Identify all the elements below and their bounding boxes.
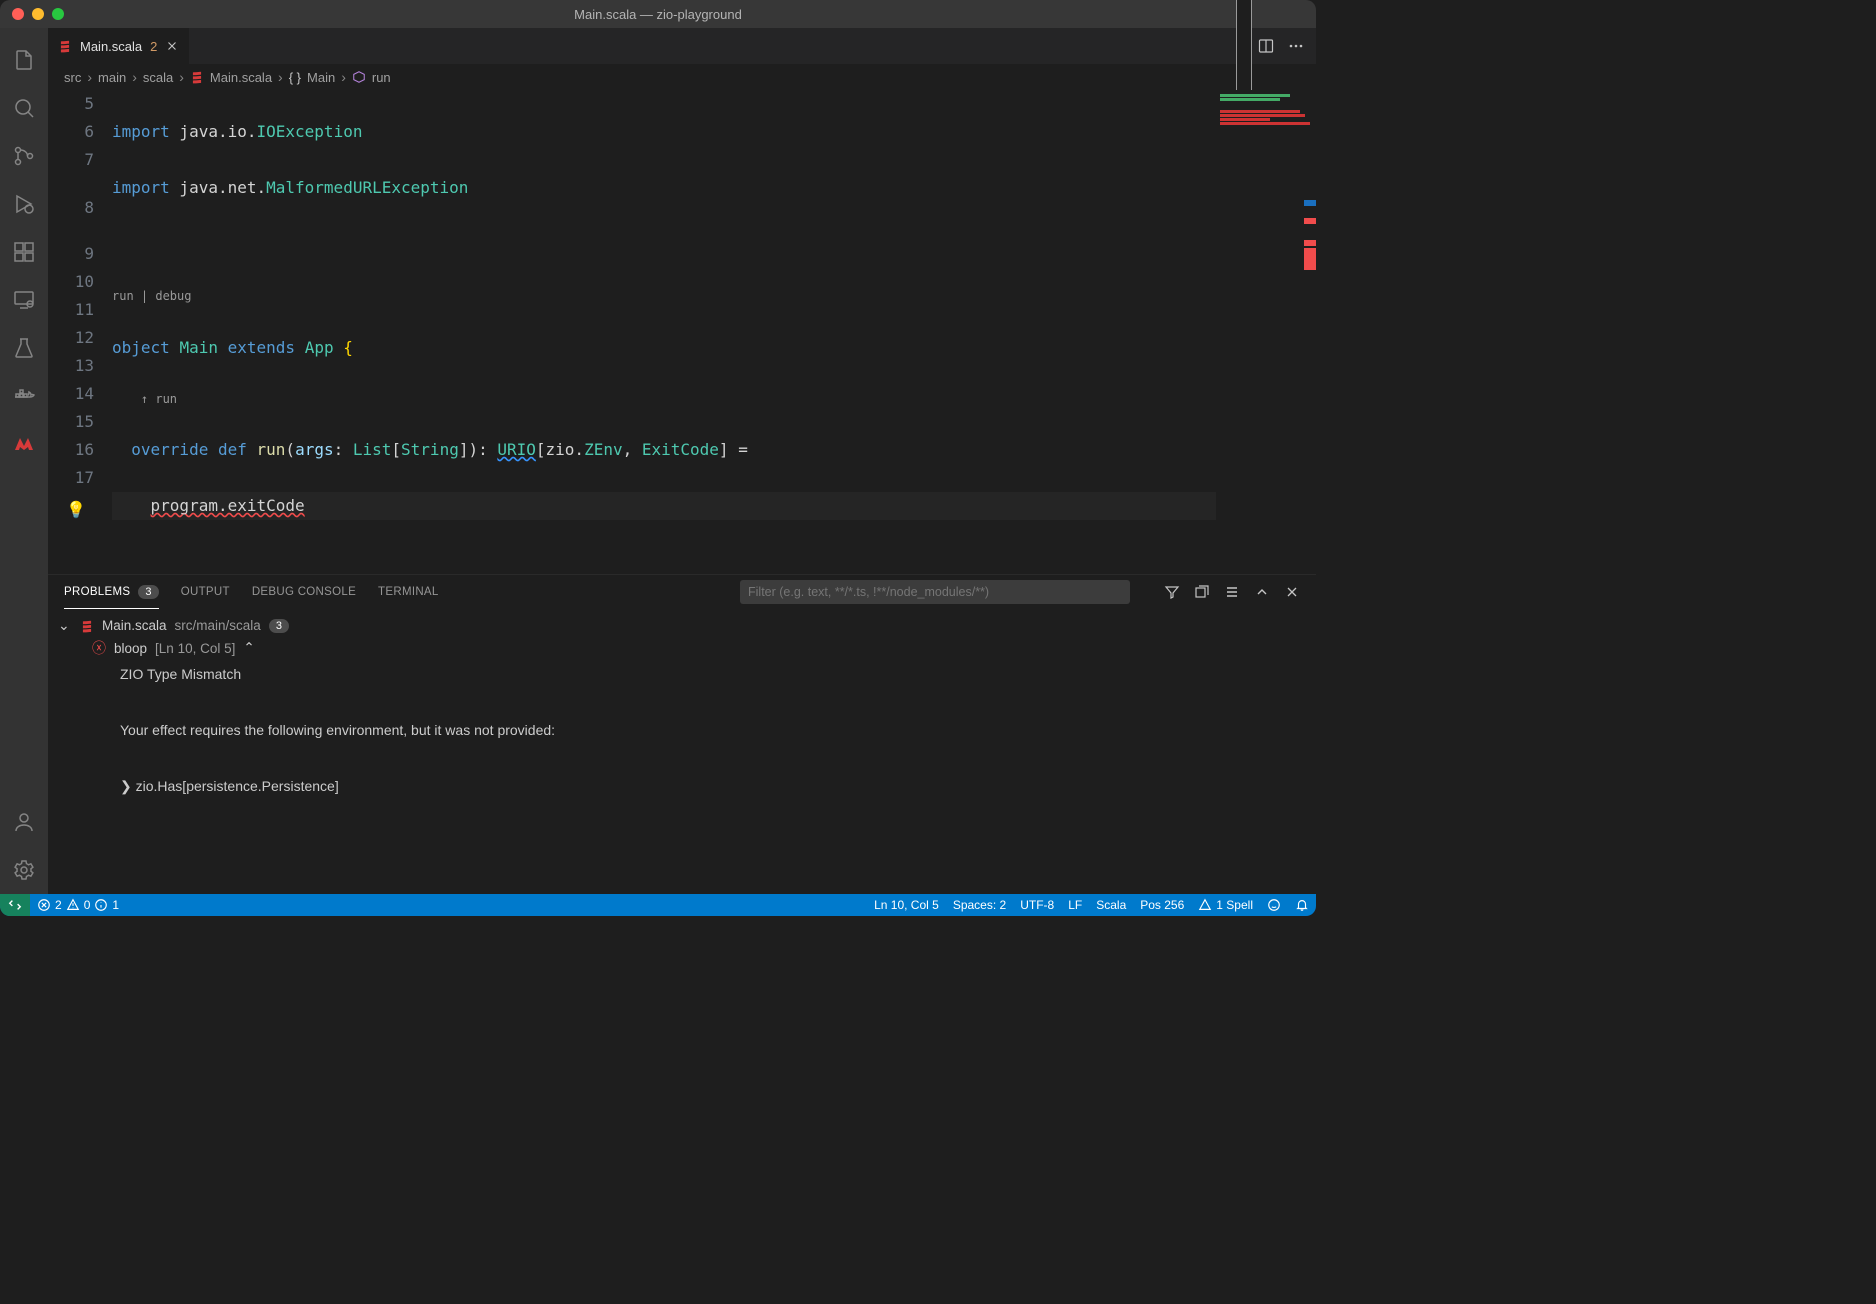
problems-filter[interactable] bbox=[740, 580, 1130, 604]
status-language[interactable]: Scala bbox=[1089, 894, 1133, 916]
method-icon bbox=[352, 70, 366, 84]
bottom-panel: PROBLEMS 3 OUTPUT DEBUG CONSOLE TERMINAL bbox=[48, 574, 1316, 894]
collapse-all-icon[interactable] bbox=[1194, 584, 1210, 600]
breadcrumb-segment[interactable]: src bbox=[64, 70, 81, 85]
code-editor[interactable]: 567 8 91011121314151617 import java.io.I… bbox=[48, 90, 1316, 574]
panel-tab-output[interactable]: OUTPUT bbox=[181, 575, 230, 609]
inline-hint: ↑ run bbox=[112, 390, 1316, 408]
panel-tab-terminal[interactable]: TERMINAL bbox=[378, 575, 439, 609]
status-indent[interactable]: Spaces: 2 bbox=[946, 894, 1013, 916]
file-problem-count: 3 bbox=[269, 619, 289, 633]
status-eol[interactable]: LF bbox=[1061, 894, 1089, 916]
status-pos[interactable]: Pos 256 bbox=[1133, 894, 1191, 916]
source-control-icon[interactable] bbox=[0, 132, 48, 180]
titlebar: Main.scala — zio-playground bbox=[0, 0, 1316, 28]
scala-file-icon bbox=[190, 70, 204, 84]
error-icon: ⓧ bbox=[92, 638, 106, 658]
problem-source: bloop bbox=[114, 641, 147, 656]
testing-icon[interactable] bbox=[0, 324, 48, 372]
problems-count-badge: 3 bbox=[138, 585, 158, 599]
extensions-icon[interactable] bbox=[0, 228, 48, 276]
explorer-icon[interactable] bbox=[0, 36, 48, 84]
tab-filename: Main.scala bbox=[80, 39, 142, 54]
window-title: Main.scala — zio-playground bbox=[0, 7, 1316, 22]
minimap[interactable] bbox=[1216, 90, 1316, 574]
editor-tabs: Main.scala 2 bbox=[48, 28, 1316, 64]
scala-file-icon bbox=[80, 619, 94, 633]
problem-location: [Ln 10, Col 5] bbox=[155, 641, 235, 656]
breadcrumb-segment[interactable]: Main.scala bbox=[210, 70, 272, 85]
tab-main-scala[interactable]: Main.scala 2 bbox=[48, 28, 190, 64]
status-bar: 2 0 1 Ln 10, Col 5 Spaces: 2 UTF-8 LF Sc… bbox=[0, 894, 1316, 916]
problem-body: Your effect requires the following envir… bbox=[58, 716, 1306, 744]
breadcrumb-segment[interactable]: main bbox=[98, 70, 126, 85]
close-panel-icon[interactable] bbox=[1284, 584, 1300, 600]
remote-explorer-icon[interactable] bbox=[0, 276, 48, 324]
activity-bar bbox=[0, 28, 48, 894]
status-feedback-icon[interactable] bbox=[1260, 894, 1288, 916]
lightbulb-icon[interactable]: 💡 bbox=[66, 496, 86, 524]
accounts-icon[interactable] bbox=[0, 798, 48, 846]
problem-file-path: src/main/scala bbox=[175, 618, 261, 633]
problem-detail: ❯ zio.Has[persistence.Persistence] bbox=[58, 772, 1306, 800]
remote-indicator[interactable] bbox=[0, 894, 30, 916]
problems-filter-input[interactable] bbox=[740, 580, 1130, 604]
breadcrumb[interactable]: src› main› scala› Main.scala› { } Main› … bbox=[48, 64, 1316, 90]
run-debug-icon[interactable] bbox=[0, 180, 48, 228]
code-content[interactable]: import java.io.IOException import java.n… bbox=[112, 90, 1316, 574]
search-icon[interactable] bbox=[0, 84, 48, 132]
codelens-run-debug[interactable]: run | debug bbox=[112, 286, 1316, 306]
breadcrumb-segment[interactable]: scala bbox=[143, 70, 173, 85]
problem-item[interactable]: ⓧ bloop [Ln 10, Col 5] ⌃ bbox=[58, 636, 1306, 660]
breadcrumb-segment[interactable]: run bbox=[372, 70, 391, 85]
settings-gear-icon[interactable] bbox=[0, 846, 48, 894]
panel-tab-debug-console[interactable]: DEBUG CONSOLE bbox=[252, 575, 356, 609]
scala-file-icon bbox=[58, 39, 72, 53]
chevron-up-icon[interactable]: ⌃ bbox=[243, 640, 254, 656]
problem-file-row[interactable]: ⌄ Main.scala src/main/scala 3 bbox=[58, 615, 1306, 636]
problem-file-name: Main.scala bbox=[102, 618, 167, 633]
panel-tab-problems[interactable]: PROBLEMS 3 bbox=[64, 575, 159, 609]
status-encoding[interactable]: UTF-8 bbox=[1013, 894, 1061, 916]
view-as-list-icon[interactable] bbox=[1224, 584, 1240, 600]
chevron-down-icon[interactable]: ⌄ bbox=[58, 617, 72, 634]
docker-icon[interactable] bbox=[0, 372, 48, 420]
problem-title: ZIO Type Mismatch bbox=[58, 660, 1306, 688]
status-cursor[interactable]: Ln 10, Col 5 bbox=[867, 894, 946, 916]
chevron-up-icon[interactable] bbox=[1254, 584, 1270, 600]
metals-icon[interactable] bbox=[0, 420, 48, 468]
status-spell[interactable]: 1 Spell bbox=[1191, 894, 1260, 916]
overview-ruler bbox=[1304, 90, 1316, 574]
breadcrumb-segment[interactable]: Main bbox=[307, 70, 335, 85]
filter-icon[interactable] bbox=[1164, 584, 1180, 600]
status-notifications-icon[interactable] bbox=[1288, 894, 1316, 916]
tab-close-icon[interactable] bbox=[165, 39, 179, 53]
status-problems[interactable]: 2 0 1 bbox=[30, 894, 126, 916]
braces-icon: { } bbox=[289, 70, 301, 85]
tab-modified-badge: 2 bbox=[150, 39, 157, 54]
